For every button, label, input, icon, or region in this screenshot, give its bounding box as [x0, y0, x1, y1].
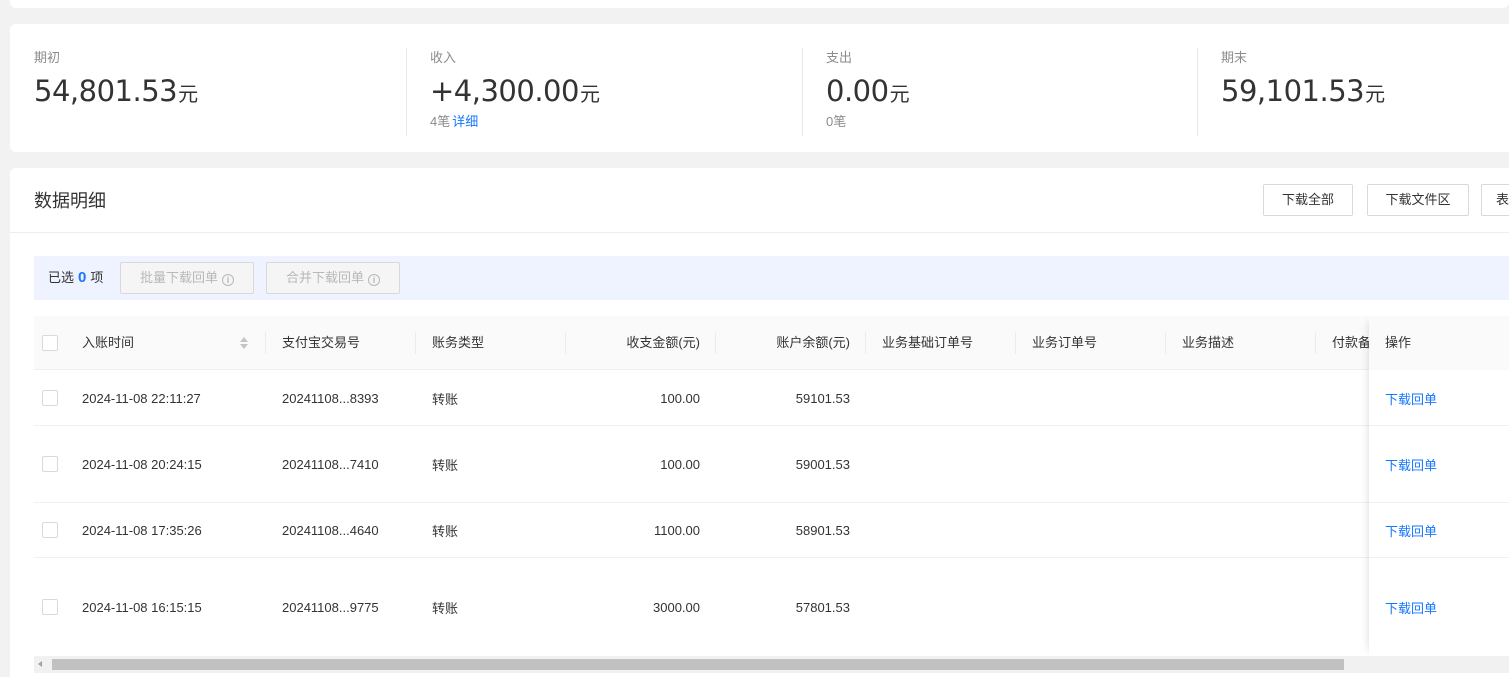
merge-download-label: 合并下载回单 [285, 270, 364, 285]
cell-time: 2024-11-08 22:11:27 [82, 390, 201, 406]
info-icon: i [222, 274, 234, 286]
transactions-table: 入账时间 支付宝交易号 账务类型 收支金额(元) 账户余额(元) 业务基础订单号… [34, 316, 1509, 656]
cell-balance: 59001.53 [795, 456, 850, 472]
scrollbar-thumb[interactable] [52, 659, 1344, 670]
stat-closing-unit: 元 [1365, 84, 1386, 106]
cell-amount: 100.00 [660, 456, 700, 472]
table-row: 2024-11-08 20:24:15 20241108...7410 转账 1… [34, 426, 1509, 503]
cell-balance: 59101.53 [795, 390, 850, 406]
cell-balance: 57801.53 [795, 599, 850, 615]
stat-opening-unit: 元 [178, 84, 199, 106]
cell-amount: 3000.00 [653, 599, 700, 615]
table-row: 2024-11-08 22:11:27 20241108...8393 转账 1… [34, 371, 1509, 426]
table-header: 入账时间 支付宝交易号 账务类型 收支金额(元) 账户余额(元) 业务基础订单号… [34, 316, 1509, 370]
row-checkbox[interactable] [42, 456, 58, 472]
download-area-button[interactable]: 下载文件区 [1367, 184, 1469, 216]
stat-opening: 期初 54,801.53元 [34, 48, 198, 136]
stat-income-count: 4笔 [430, 114, 451, 129]
header-trade-no: 支付宝交易号 [282, 335, 361, 350]
header-balance: 账户余额(元) [776, 335, 850, 350]
cell-type: 转账 [432, 523, 459, 539]
balance-summary-panel: 期初 54,801.53元 收入 +4,300.00元 4笔 详细 支出 0.00… [10, 24, 1509, 152]
download-receipt-link[interactable]: 下载回单 [1385, 455, 1437, 474]
header-desc: 业务描述 [1182, 335, 1235, 350]
stat-closing-value: 59,101.53 [1221, 74, 1365, 108]
selection-count: 0 [78, 269, 87, 286]
stat-expense-count: 0笔 [826, 114, 847, 129]
cell-type: 转账 [432, 457, 459, 473]
stat-income-label: 收入 [430, 50, 457, 65]
cell-trade-no: 20241108...8393 [282, 390, 379, 406]
stat-divider [802, 48, 803, 136]
merge-download-button[interactable]: 合并下载回单 i [266, 262, 400, 294]
download-receipt-link[interactable]: 下载回单 [1385, 521, 1437, 540]
header-payment: 付款备 [1332, 335, 1370, 350]
download-receipt-link[interactable]: 下载回单 [1385, 389, 1437, 408]
sort-icon[interactable] [240, 335, 248, 351]
selection-status: 已选 0 项 [48, 268, 103, 288]
stat-closing: 期末 59,101.53元 [1221, 48, 1385, 136]
cell-trade-no: 20241108...9775 [282, 599, 379, 615]
download-receipt-link[interactable]: 下载回单 [1385, 598, 1437, 617]
cell-amount: 1100.00 [653, 522, 700, 538]
batch-download-button[interactable]: 批量下载回单 i [120, 262, 254, 294]
batch-download-label: 批量下载回单 [139, 270, 218, 285]
stat-expense-unit: 元 [889, 84, 910, 106]
cell-trade-no: 20241108...4640 [282, 522, 379, 538]
top-panel-edge [10, 0, 1509, 8]
data-detail-panel: 数据明细 下载全部 下载文件区 表 已选 0 项 批量下载回单 i 合并下载回单 i 入… [10, 168, 1509, 677]
table-row: 2024-11-08 16:15:15 20241108...9775 转账 3… [34, 558, 1509, 656]
selection-prefix: 已选 [48, 270, 75, 285]
cell-time: 2024-11-08 16:15:15 [82, 599, 202, 615]
header-time[interactable]: 入账时间 [82, 316, 134, 370]
detail-title: 数据明细 [34, 191, 106, 211]
stat-divider [1197, 48, 1198, 136]
select-all-checkbox[interactable] [42, 335, 58, 351]
header-amount: 收支金额(元) [626, 335, 700, 350]
cell-balance: 58901.53 [795, 522, 850, 538]
cell-time: 2024-11-08 20:24:15 [82, 456, 202, 472]
row-checkbox[interactable] [42, 599, 58, 615]
header-type: 账务类型 [432, 335, 485, 350]
more-button[interactable]: 表 [1481, 184, 1509, 216]
stat-expense: 支出 0.00元 0笔 [826, 48, 910, 136]
selection-bar: 已选 0 项 批量下载回单 i 合并下载回单 i [34, 256, 1509, 300]
stat-income-unit: 元 [579, 84, 600, 106]
header-action: 操作 [1369, 316, 1509, 370]
download-all-button[interactable]: 下载全部 [1263, 184, 1353, 216]
stat-income: 收入 +4,300.00元 4笔 详细 [430, 48, 600, 136]
cell-amount: 100.00 [660, 390, 700, 406]
selection-suffix: 项 [90, 270, 104, 285]
horizontal-scrollbar[interactable] [34, 656, 1509, 673]
cell-trade-no: 20241108...7410 [282, 456, 379, 472]
stat-opening-label: 期初 [34, 50, 61, 65]
stat-closing-label: 期末 [1221, 50, 1248, 65]
row-checkbox[interactable] [42, 390, 58, 406]
stat-opening-value: 54,801.53 [34, 74, 178, 108]
header-base-order: 业务基础订单号 [882, 335, 974, 350]
chevron-left-icon[interactable] [38, 661, 42, 667]
table-row: 2024-11-08 17:35:26 20241108...4640 转账 1… [34, 503, 1509, 558]
stat-divider [406, 48, 407, 136]
row-checkbox[interactable] [42, 522, 58, 538]
stat-expense-label: 支出 [826, 50, 853, 65]
cell-time: 2024-11-08 17:35:26 [82, 522, 202, 538]
detail-header: 数据明细 下载全部 下载文件区 表 [10, 168, 1509, 233]
stat-income-value: +4,300.00 [430, 74, 579, 108]
income-detail-link[interactable]: 详细 [452, 114, 478, 129]
header-order: 业务订单号 [1032, 335, 1098, 350]
cell-type: 转账 [432, 391, 459, 407]
cell-type: 转账 [432, 600, 459, 616]
info-icon: i [368, 274, 380, 286]
stat-expense-value: 0.00 [826, 74, 889, 108]
